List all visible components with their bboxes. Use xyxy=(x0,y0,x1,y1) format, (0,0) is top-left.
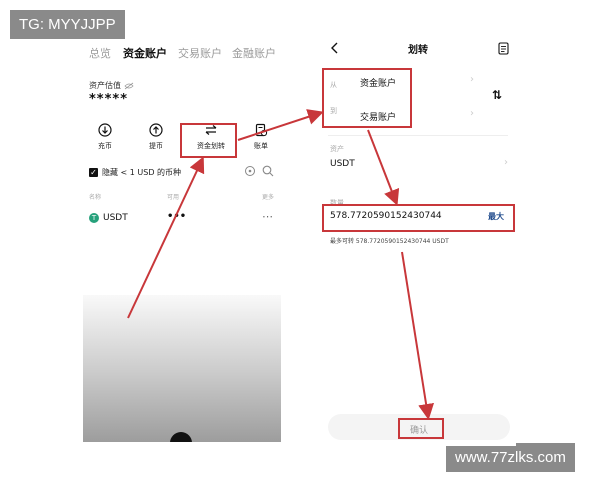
arrow-from-bottom-to-transfer xyxy=(127,156,205,319)
annotation-arrows xyxy=(127,109,435,420)
arrow-transfer-to-accounts xyxy=(237,109,324,141)
arrow-accounts-to-amount xyxy=(367,129,400,206)
arrow-amount-to-confirm xyxy=(401,251,435,420)
